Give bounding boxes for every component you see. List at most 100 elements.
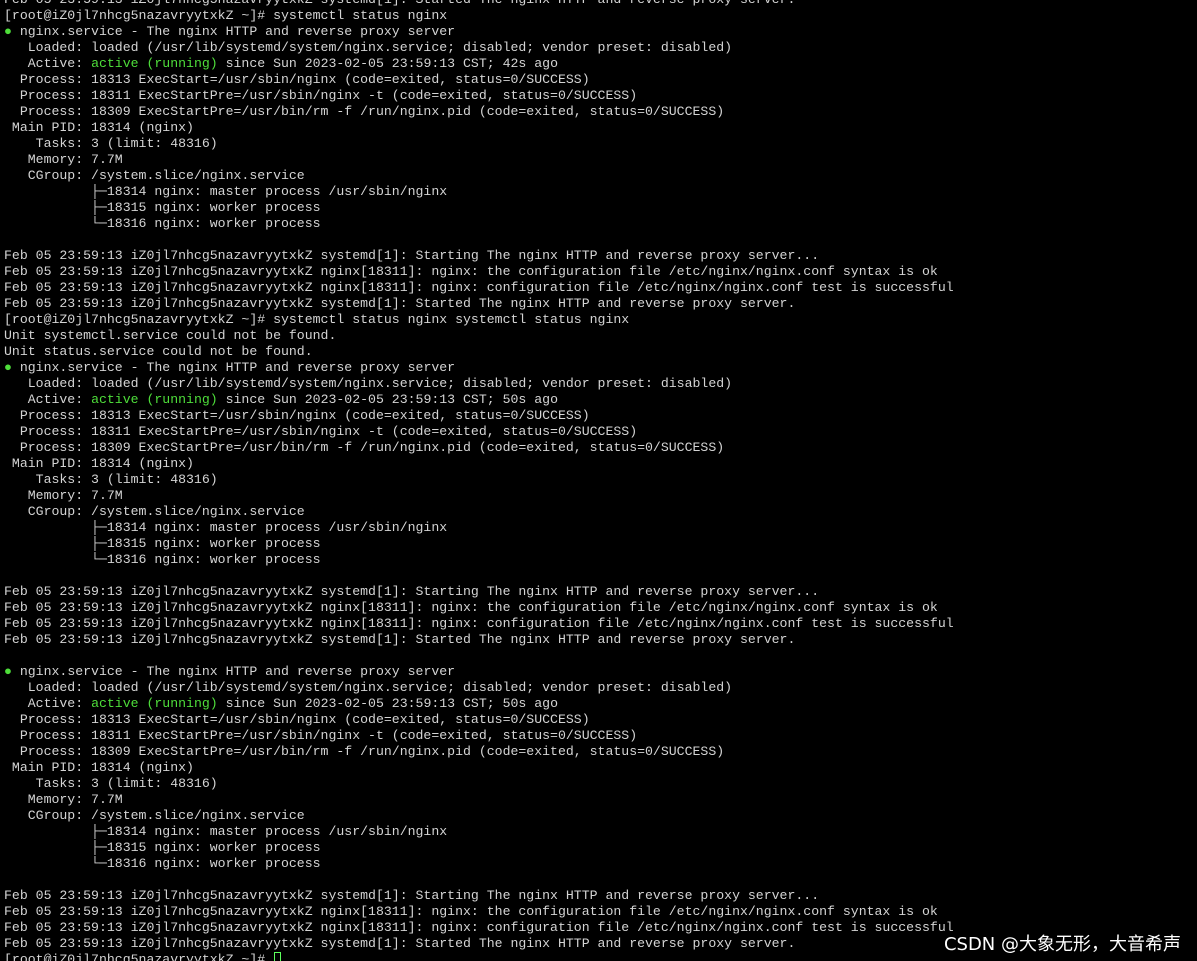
- terminal-line: Main PID: 18314 (nginx): [4, 760, 1197, 776]
- line-text: [root@iZ0jl7nhcg5nazavryytxkZ ~]#: [4, 952, 274, 961]
- line-text: Memory: 7.7M: [4, 488, 123, 503]
- terminal-line: Feb 05 23:59:13 iZ0jl7nhcg5nazavryytxkZ …: [4, 264, 1197, 280]
- terminal-window[interactable]: Feb 05 23:59:13 iZ0jl7nhcg5nazavryytxkZ …: [0, 0, 1197, 961]
- terminal-line: Main PID: 18314 (nginx): [4, 120, 1197, 136]
- line-text: Feb 05 23:59:13 iZ0jl7nhcg5nazavryytxkZ …: [4, 904, 938, 919]
- line-text: Feb 05 23:59:13 iZ0jl7nhcg5nazavryytxkZ …: [4, 888, 820, 903]
- terminal-line: Process: 18311 ExecStartPre=/usr/sbin/ng…: [4, 424, 1197, 440]
- line-text: Process: 18313 ExecStart=/usr/sbin/nginx…: [4, 72, 590, 87]
- line-text: ├─18315 nginx: worker process: [4, 840, 321, 855]
- line-text: Process: 18311 ExecStartPre=/usr/sbin/ng…: [4, 88, 638, 103]
- line-text: [root@iZ0jl7nhcg5nazavryytxkZ ~]# system…: [4, 312, 630, 327]
- terminal-line: Feb 05 23:59:13 iZ0jl7nhcg5nazavryytxkZ …: [4, 584, 1197, 600]
- terminal-line: ├─18315 nginx: worker process: [4, 200, 1197, 216]
- line-text: Process: 18313 ExecStart=/usr/sbin/nginx…: [4, 408, 590, 423]
- active-status-text: active (running): [91, 56, 218, 71]
- terminal-line: Active: active (running) since Sun 2023-…: [4, 56, 1197, 72]
- terminal-line: Process: 18313 ExecStart=/usr/sbin/nginx…: [4, 408, 1197, 424]
- terminal-line: Feb 05 23:59:13 iZ0jl7nhcg5nazavryytxkZ …: [4, 904, 1197, 920]
- terminal-line: ● nginx.service - The nginx HTTP and rev…: [4, 24, 1197, 40]
- line-text: nginx.service - The nginx HTTP and rever…: [11, 664, 456, 679]
- line-text: Process: 18309 ExecStartPre=/usr/bin/rm …: [4, 744, 725, 759]
- line-text: Active:: [4, 56, 92, 71]
- terminal-line: CGroup: /system.slice/nginx.service: [4, 808, 1197, 824]
- terminal-line: Memory: 7.7M: [4, 152, 1197, 168]
- line-text: since Sun 2023-02-05 23:59:13 CST; 42s a…: [217, 56, 558, 71]
- terminal-line: ├─18314 nginx: master process /usr/sbin/…: [4, 184, 1197, 200]
- line-text: nginx.service - The nginx HTTP and rever…: [11, 24, 456, 39]
- line-text: Feb 05 23:59:13 iZ0jl7nhcg5nazavryytxkZ …: [4, 584, 820, 599]
- terminal-line: Process: 18311 ExecStartPre=/usr/sbin/ng…: [4, 88, 1197, 104]
- terminal-line: Process: 18309 ExecStartPre=/usr/bin/rm …: [4, 440, 1197, 456]
- terminal-line: Feb 05 23:59:13 iZ0jl7nhcg5nazavryytxkZ …: [4, 600, 1197, 616]
- line-text: Active:: [4, 696, 92, 711]
- terminal-line: Loaded: loaded (/usr/lib/systemd/system/…: [4, 40, 1197, 56]
- line-text: ├─18314 nginx: master process /usr/sbin/…: [4, 520, 448, 535]
- terminal-line: ├─18314 nginx: master process /usr/sbin/…: [4, 520, 1197, 536]
- status-dot-icon: ●: [4, 24, 12, 39]
- terminal-line: ├─18315 nginx: worker process: [4, 840, 1197, 856]
- line-text: Process: 18313 ExecStart=/usr/sbin/nginx…: [4, 712, 590, 727]
- terminal-line: Process: 18311 ExecStartPre=/usr/sbin/ng…: [4, 728, 1197, 744]
- line-text: Main PID: 18314 (nginx): [4, 456, 194, 471]
- terminal-line: Unit systemctl.service could not be foun…: [4, 328, 1197, 344]
- line-text: Unit systemctl.service could not be foun…: [4, 328, 337, 343]
- status-dot-icon: ●: [4, 664, 12, 679]
- line-text: Memory: 7.7M: [4, 152, 123, 167]
- csdn-watermark: CSDN @大象无形，大音希声: [943, 934, 1181, 955]
- line-text: Main PID: 18314 (nginx): [4, 760, 194, 775]
- line-text: Tasks: 3 (limit: 48316): [4, 472, 218, 487]
- terminal-line: Loaded: loaded (/usr/lib/systemd/system/…: [4, 680, 1197, 696]
- terminal-line: CGroup: /system.slice/nginx.service: [4, 504, 1197, 520]
- line-text: ├─18315 nginx: worker process: [4, 536, 321, 551]
- cursor-block: [274, 952, 282, 961]
- line-text: CGroup: /system.slice/nginx.service: [4, 504, 305, 519]
- line-text: [root@iZ0jl7nhcg5nazavryytxkZ ~]# system…: [4, 8, 448, 23]
- terminal-line: Feb 05 23:59:13 iZ0jl7nhcg5nazavryytxkZ …: [4, 0, 1197, 8]
- terminal-line: Memory: 7.7M: [4, 488, 1197, 504]
- terminal-line: ● nginx.service - The nginx HTTP and rev…: [4, 360, 1197, 376]
- line-text: Feb 05 23:59:13 iZ0jl7nhcg5nazavryytxkZ …: [4, 632, 796, 647]
- line-text: ├─18314 nginx: master process /usr/sbin/…: [4, 824, 448, 839]
- terminal-line: Active: active (running) since Sun 2023-…: [4, 392, 1197, 408]
- line-text: since Sun 2023-02-05 23:59:13 CST; 50s a…: [217, 696, 558, 711]
- line-text: Unit status.service could not be found.: [4, 344, 313, 359]
- line-text: Tasks: 3 (limit: 48316): [4, 136, 218, 151]
- line-text: nginx.service - The nginx HTTP and rever…: [11, 360, 456, 375]
- line-text: Process: 18311 ExecStartPre=/usr/sbin/ng…: [4, 728, 638, 743]
- line-text: Active:: [4, 392, 92, 407]
- terminal-line: Main PID: 18314 (nginx): [4, 456, 1197, 472]
- terminal-line: Loaded: loaded (/usr/lib/systemd/system/…: [4, 376, 1197, 392]
- line-text: Loaded: loaded (/usr/lib/systemd/system/…: [4, 680, 733, 695]
- line-text: Memory: 7.7M: [4, 792, 123, 807]
- line-text: ├─18315 nginx: worker process: [4, 200, 321, 215]
- active-status-text: active (running): [91, 392, 218, 407]
- terminal-line: └─18316 nginx: worker process: [4, 552, 1197, 568]
- status-dot-icon: ●: [4, 360, 12, 375]
- line-text: CGroup: /system.slice/nginx.service: [4, 808, 305, 823]
- terminal-line: Feb 05 23:59:13 iZ0jl7nhcg5nazavryytxkZ …: [4, 280, 1197, 296]
- line-text: Tasks: 3 (limit: 48316): [4, 776, 218, 791]
- terminal-line: Process: 18313 ExecStart=/usr/sbin/nginx…: [4, 72, 1197, 88]
- line-text: └─18316 nginx: worker process: [4, 856, 321, 871]
- terminal-line: Memory: 7.7M: [4, 792, 1197, 808]
- terminal-line: └─18316 nginx: worker process: [4, 856, 1197, 872]
- line-text: Feb 05 23:59:13 iZ0jl7nhcg5nazavryytxkZ …: [4, 936, 796, 951]
- line-text: Feb 05 23:59:13 iZ0jl7nhcg5nazavryytxkZ …: [4, 296, 796, 311]
- line-text: └─18316 nginx: worker process: [4, 552, 321, 567]
- line-text: Feb 05 23:59:13 iZ0jl7nhcg5nazavryytxkZ …: [4, 248, 820, 263]
- line-text: Process: 18311 ExecStartPre=/usr/sbin/ng…: [4, 424, 638, 439]
- line-text: Main PID: 18314 (nginx): [4, 120, 194, 135]
- terminal-line: ├─18315 nginx: worker process: [4, 536, 1197, 552]
- terminal-line: Feb 05 23:59:13 iZ0jl7nhcg5nazavryytxkZ …: [4, 296, 1197, 312]
- terminal-line: ● nginx.service - The nginx HTTP and rev…: [4, 664, 1197, 680]
- terminal-line: └─18316 nginx: worker process: [4, 216, 1197, 232]
- line-text: since Sun 2023-02-05 23:59:13 CST; 50s a…: [217, 392, 558, 407]
- line-text: Feb 05 23:59:13 iZ0jl7nhcg5nazavryytxkZ …: [4, 600, 938, 615]
- active-status-text: active (running): [91, 696, 218, 711]
- line-text: Feb 05 23:59:13 iZ0jl7nhcg5nazavryytxkZ …: [4, 0, 795, 7]
- line-text: Process: 18309 ExecStartPre=/usr/bin/rm …: [4, 104, 725, 119]
